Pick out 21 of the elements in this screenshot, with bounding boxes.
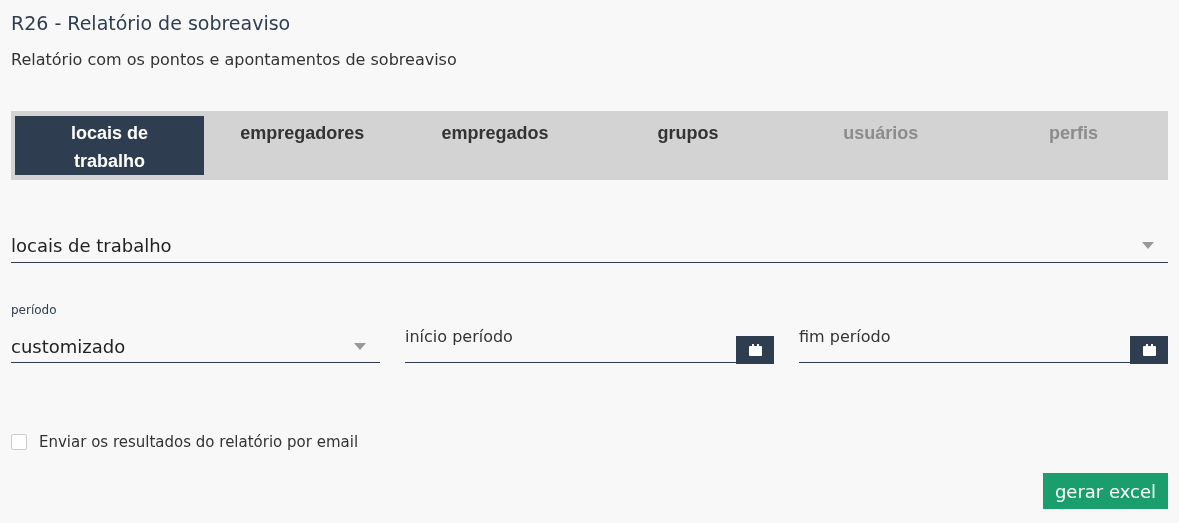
- end-date-field[interactable]: fim período: [799, 320, 1130, 363]
- tab[interactable]: locais de trabalho: [15, 116, 204, 175]
- start-date-field[interactable]: início período: [405, 320, 736, 363]
- field-label: período: [11, 303, 57, 317]
- page-subtitle: Relatório com os pontos e apontamentos de sobreaviso: [11, 50, 458, 69]
- calendar-button[interactable]: [1130, 336, 1168, 364]
- calendar-icon: [1142, 344, 1156, 356]
- period-select[interactable]: customizado: [11, 330, 380, 363]
- calendar-icon: [748, 344, 762, 356]
- locations-select[interactable]: locais de trabalho: [11, 228, 1168, 263]
- checkbox-label: Enviar os resultados do relatório por email: [39, 433, 359, 451]
- tab[interactable]: empregados: [400, 116, 590, 175]
- tab[interactable]: grupos: [593, 116, 783, 175]
- select-value: locais de trabalho: [11, 234, 172, 256]
- select-value: customizado: [11, 335, 126, 357]
- caret-icon: [1142, 241, 1154, 249]
- caret-icon: [354, 342, 366, 350]
- tab[interactable]: empregadores: [207, 116, 397, 175]
- page-title: R26 - Relatório de sobreaviso: [11, 11, 292, 36]
- calendar-button[interactable]: [736, 336, 774, 364]
- email-checkbox[interactable]: [11, 434, 27, 450]
